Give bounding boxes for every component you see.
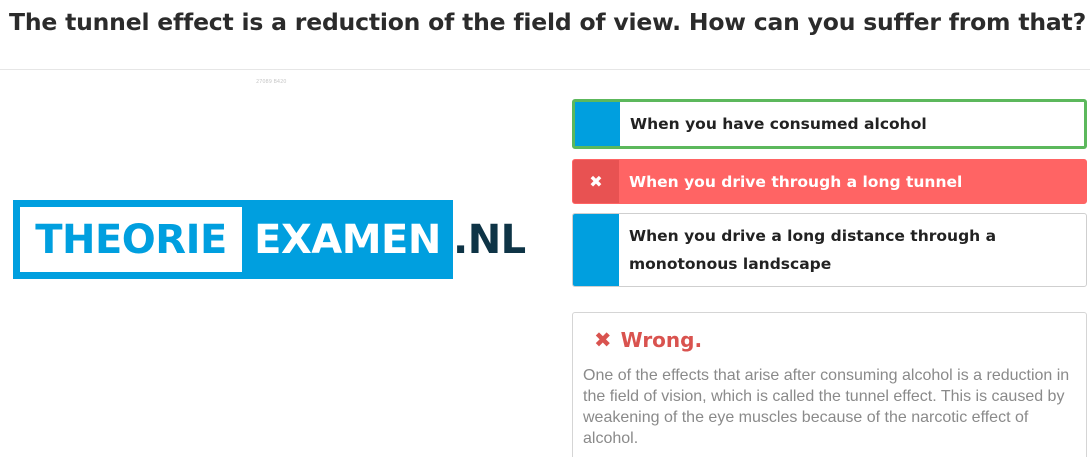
close-icon: ✖	[589, 172, 603, 191]
close-icon: ✖	[594, 328, 612, 352]
image-caption: 27089 B420	[256, 79, 287, 85]
feedback-panel: ✖ Wrong. One of the effects that arise a…	[572, 312, 1087, 457]
answer-label: When you drive through a long tunnel	[629, 172, 963, 191]
answer-option-3[interactable]: When you drive a long distance through a…	[572, 213, 1087, 287]
answer-option-2[interactable]: ✖ When you drive through a long tunnel	[572, 159, 1087, 204]
question-title: The tunnel effect is a reduction of the …	[9, 8, 1087, 36]
answer-marker	[575, 102, 620, 146]
answer-label: When you have consumed alcohol	[630, 115, 927, 133]
answer-label: When you drive a long distance through a…	[629, 227, 997, 273]
question-header: The tunnel effect is a reduction of the …	[0, 0, 1090, 70]
answer-marker: ✖	[573, 160, 619, 203]
logo-text-nl: .NL	[453, 216, 526, 263]
feedback-header: ✖ Wrong.	[594, 328, 702, 352]
feedback-title: Wrong.	[620, 328, 703, 352]
logo-text-theorie: THEORIE	[35, 216, 227, 263]
answer-option-1[interactable]: When you have consumed alcohol	[572, 99, 1087, 149]
logo-text-examen: EXAMEN	[254, 216, 441, 263]
feedback-explanation: One of the effects that arise after cons…	[583, 367, 1070, 447]
answer-marker	[573, 214, 619, 286]
